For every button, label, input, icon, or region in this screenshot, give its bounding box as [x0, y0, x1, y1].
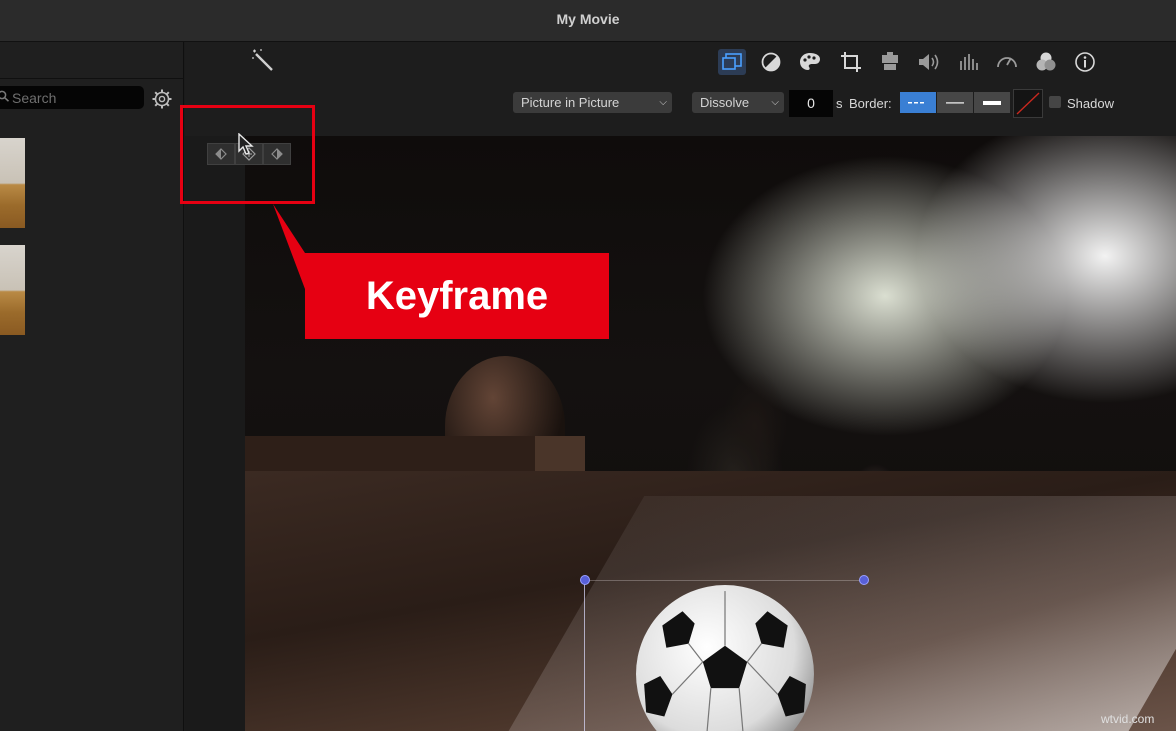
color-correction-palette-icon[interactable]	[796, 49, 824, 75]
gear-icon[interactable]	[151, 88, 173, 110]
color-balance-icon[interactable]	[757, 49, 785, 75]
clip-thumbnail[interactable]	[0, 245, 25, 335]
duration-unit: s	[836, 96, 843, 111]
stabilization-camera-icon[interactable]	[876, 49, 904, 75]
chevron-down-icon: ⌵	[659, 92, 667, 113]
volume-icon[interactable]	[915, 49, 943, 75]
viewer-margin	[185, 136, 245, 731]
soccer-ball-overlay[interactable]	[634, 583, 816, 731]
speed-icon[interactable]	[993, 49, 1021, 75]
window-title: My Movie	[0, 11, 1176, 27]
resize-handle[interactable]	[859, 575, 869, 585]
shadow-checkbox[interactable]	[1049, 96, 1061, 108]
chevron-down-icon: ⌵	[771, 92, 779, 113]
shadow-label: Shadow	[1067, 96, 1114, 111]
overlay-bounds-line	[584, 580, 585, 731]
duration-input[interactable]: 0	[789, 90, 833, 117]
transition-select[interactable]: Dissolve ⌵	[692, 92, 784, 113]
border-dashed-button[interactable]	[900, 92, 936, 113]
browser-sidebar: Search	[0, 42, 184, 731]
watermark: wtvid.com	[1101, 712, 1154, 726]
resize-handle[interactable]	[580, 575, 590, 585]
keyframe-highlight-box	[180, 105, 315, 204]
crop-icon[interactable]	[837, 49, 865, 75]
overlay-mode-select[interactable]: Picture in Picture ⌵	[513, 92, 672, 113]
border-thick-button[interactable]	[974, 92, 1010, 113]
border-label: Border:	[849, 96, 892, 111]
overlay-mode-value: Picture in Picture	[521, 95, 619, 110]
callout-label: Keyframe	[305, 253, 609, 339]
clip-thumbnail[interactable]	[0, 138, 25, 228]
search-input[interactable]: Search	[0, 86, 144, 109]
border-color-swatch[interactable]	[1013, 89, 1043, 118]
overlay-bounds-line	[584, 580, 864, 581]
sidebar-divider	[0, 78, 184, 79]
search-placeholder: Search	[12, 90, 56, 106]
transition-value: Dissolve	[700, 95, 749, 110]
video-overlay-icon[interactable]	[718, 49, 746, 75]
magic-wand-icon[interactable]	[250, 48, 276, 74]
border-thin-button[interactable]	[937, 92, 973, 113]
equalizer-icon[interactable]	[954, 49, 982, 75]
info-icon[interactable]	[1071, 49, 1099, 75]
title-bar: My Movie	[0, 0, 1176, 42]
search-icon	[0, 90, 10, 102]
clip-filter-icon[interactable]	[1032, 49, 1060, 75]
